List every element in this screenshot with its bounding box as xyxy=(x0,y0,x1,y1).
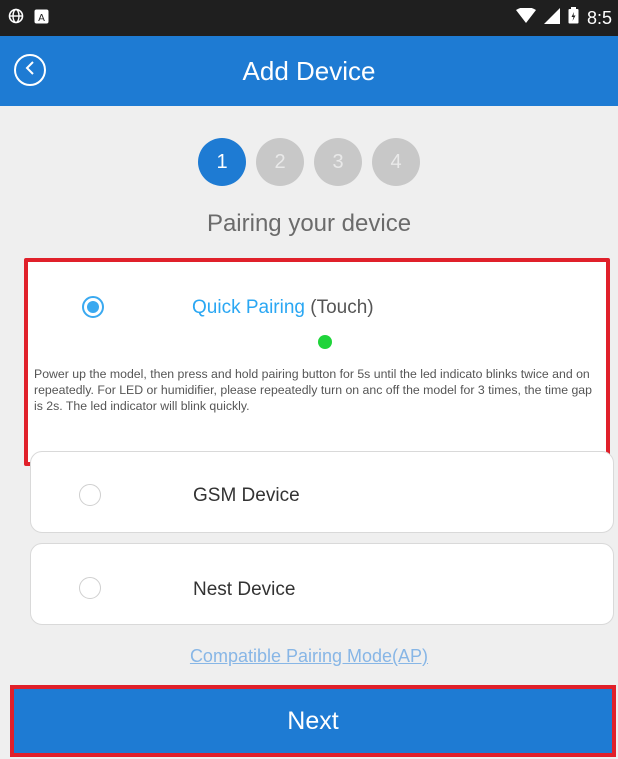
next-button[interactable]: Next xyxy=(10,685,616,757)
step-3: 3 xyxy=(314,138,362,186)
pairing-subtitle: Pairing your device xyxy=(206,210,412,237)
status-bar: A 8:5 xyxy=(0,0,618,36)
step-indicator: 1 2 3 4 xyxy=(0,138,618,186)
page-title: Add Device xyxy=(242,56,376,86)
quick-pairing-title: Quick Pairing xyxy=(192,297,305,318)
quick-pairing-option[interactable]: Quick Pairing (Touch) Power up the model… xyxy=(24,258,610,466)
step-4: 4 xyxy=(372,138,420,186)
status-time: 8:5 xyxy=(586,7,612,28)
quick-pairing-label: Quick Pairing (Touch) xyxy=(192,297,374,319)
app-header: Add Device xyxy=(0,36,618,106)
battery-icon xyxy=(568,7,579,29)
quick-pairing-radio[interactable] xyxy=(82,296,104,318)
signal-icon xyxy=(543,7,560,29)
step-1: 1 xyxy=(198,138,246,186)
wifi-icon xyxy=(515,6,536,29)
gsm-device-radio[interactable] xyxy=(79,484,101,506)
gsm-device-label: GSM Device xyxy=(193,485,300,506)
quick-pairing-description: Power up the model, then press and hold … xyxy=(34,367,592,413)
quick-pairing-subtitle: (Touch) xyxy=(310,297,374,318)
nest-device-radio[interactable] xyxy=(79,577,101,599)
globe-icon xyxy=(8,8,24,29)
compatible-pairing-link[interactable]: Compatible Pairing Mode(AP) xyxy=(0,646,618,667)
nest-device-label: Nest Device xyxy=(193,579,296,600)
svg-text:A: A xyxy=(38,13,45,24)
nest-device-option[interactable]: Nest Device xyxy=(30,543,614,625)
led-indicator-icon xyxy=(318,335,332,349)
step-2: 2 xyxy=(256,138,304,186)
notification-icon: A xyxy=(34,9,49,29)
gsm-device-option[interactable]: GSM Device xyxy=(30,451,614,533)
